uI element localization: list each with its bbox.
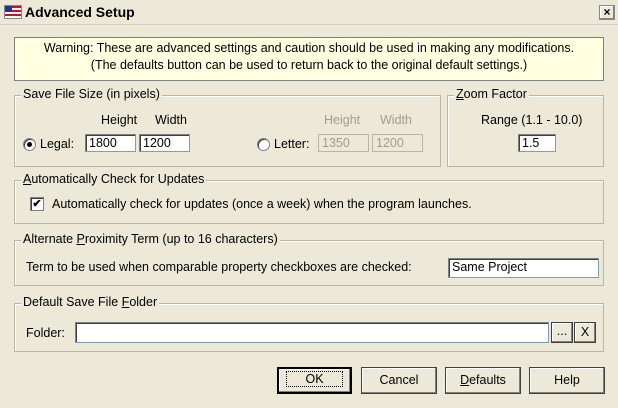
warning-line-2: (The defaults button can be used to retu… bbox=[90, 58, 528, 72]
window-title: Advanced Setup bbox=[25, 4, 135, 20]
zoom-factor-group-label: Zoom Factor bbox=[454, 87, 529, 101]
defaults-button[interactable]: Defaults bbox=[445, 367, 521, 394]
proximity-prompt: Term to be used when comparable property… bbox=[26, 260, 412, 274]
legal-radio[interactable] bbox=[23, 138, 36, 151]
proximity-term-group-label: Alternate Proximity Term (up to 16 chara… bbox=[21, 232, 280, 246]
ok-button[interactable]: OK bbox=[277, 367, 352, 394]
letter-label: Letter: bbox=[274, 137, 310, 151]
proximity-term-input[interactable]: Same Project bbox=[448, 258, 599, 278]
default-folder-group-label: Default Save File Folder bbox=[21, 295, 160, 309]
zoom-factor-input[interactable]: 1.5 bbox=[518, 134, 556, 152]
updates-group-label: Automatically Check for Updates bbox=[21, 172, 207, 186]
legal-width-header: Width bbox=[155, 113, 187, 127]
cancel-button[interactable]: Cancel bbox=[361, 367, 437, 394]
letter-height-header: Height bbox=[324, 113, 361, 127]
browse-folder-button[interactable]: ... bbox=[551, 322, 573, 343]
save-file-size-group: Save File Size (in pixels) Height Width … bbox=[14, 87, 441, 167]
clear-folder-button[interactable]: X bbox=[574, 322, 596, 343]
legal-height-header: Height bbox=[101, 113, 138, 127]
auto-update-checkbox[interactable]: ✔ bbox=[30, 197, 44, 211]
warning-line-1: Warning: These are advanced settings and… bbox=[43, 41, 575, 55]
folder-label: Folder: bbox=[26, 326, 65, 340]
letter-width-header: Width bbox=[380, 113, 412, 127]
zoom-factor-group: Zoom Factor Range (1.1 - 10.0) 1.5 bbox=[447, 87, 604, 167]
flag-icon bbox=[4, 5, 22, 19]
letter-height-input: 1350 bbox=[318, 134, 369, 152]
default-folder-group: Default Save File Folder Folder: ... X bbox=[14, 295, 604, 352]
close-button[interactable]: × bbox=[599, 5, 615, 20]
auto-update-label: Automatically check for updates (once a … bbox=[52, 197, 472, 211]
save-file-size-group-label: Save File Size (in pixels) bbox=[21, 87, 162, 101]
folder-path-input[interactable] bbox=[75, 322, 549, 343]
legal-label: Legal: bbox=[40, 137, 75, 151]
updates-group: Automatically Check for Updates ✔ Automa… bbox=[14, 172, 604, 224]
zoom-range-label: Range (1.1 - 10.0) bbox=[481, 113, 583, 127]
legal-width-input[interactable]: 1200 bbox=[139, 134, 190, 152]
advanced-setup-dialog: Advanced Setup × Warning: These are adva… bbox=[0, 0, 618, 408]
legal-height-input[interactable]: 1800 bbox=[85, 134, 136, 152]
help-button[interactable]: Help bbox=[529, 367, 605, 394]
title-bar[interactable]: Advanced Setup × bbox=[0, 0, 618, 25]
proximity-term-group: Alternate Proximity Term (up to 16 chara… bbox=[14, 232, 604, 286]
warning-box: Warning: These are advanced settings and… bbox=[14, 37, 604, 81]
letter-radio[interactable] bbox=[257, 138, 270, 151]
ok-button-label: OK bbox=[286, 371, 343, 387]
letter-width-input: 1200 bbox=[372, 134, 423, 152]
